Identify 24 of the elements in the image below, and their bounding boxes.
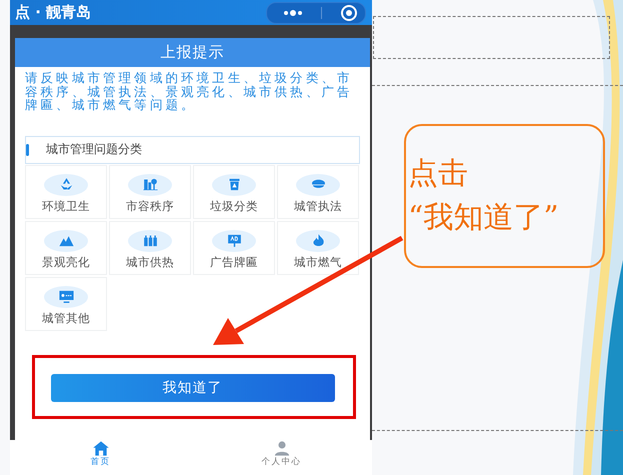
capsule-menu[interactable] xyxy=(266,2,366,24)
dialog-message: 请反映城市管理领域的环境卫生、垃圾分类、市容秩序、城管执法、景观亮化、城市供热、广告牌匾、城市燃气等问题。 xyxy=(24,69,354,112)
tab-item[interactable]: 个人中心 xyxy=(191,440,372,468)
callout-text: 点击 xyxy=(408,155,469,193)
category-tile[interactable]: 城管执法 xyxy=(277,164,359,218)
category-tile[interactable]: 市容秩序 xyxy=(109,164,191,218)
more-icon[interactable] xyxy=(283,10,303,16)
close-icon[interactable] xyxy=(340,4,358,22)
confirm-button[interactable]: 我知道了 xyxy=(50,374,334,402)
category-tile[interactable]: 垃圾分类 xyxy=(193,164,275,218)
buildings-icon xyxy=(142,176,158,193)
tab-item[interactable]: 首页 xyxy=(10,440,191,468)
category-tile[interactable]: 广告牌匾 xyxy=(193,220,275,274)
callout-text: “我知道了” xyxy=(408,199,560,237)
category-tile[interactable]: 环境卫生 xyxy=(25,164,107,218)
section-title: 城市管理问题分类 xyxy=(46,141,142,158)
dialog-title: 上报提示 xyxy=(15,38,370,67)
category-tile[interactable]: 城市供热 xyxy=(109,220,191,274)
category-tile[interactable]: 景观亮化 xyxy=(25,220,107,274)
category-tile[interactable]: 城管其他 xyxy=(25,276,107,330)
billboard-icon xyxy=(226,232,242,249)
app-title: 点 · 靓青岛 xyxy=(15,3,92,22)
category-tile[interactable]: 城市燃气 xyxy=(277,220,359,274)
monitor-icon xyxy=(58,288,74,305)
